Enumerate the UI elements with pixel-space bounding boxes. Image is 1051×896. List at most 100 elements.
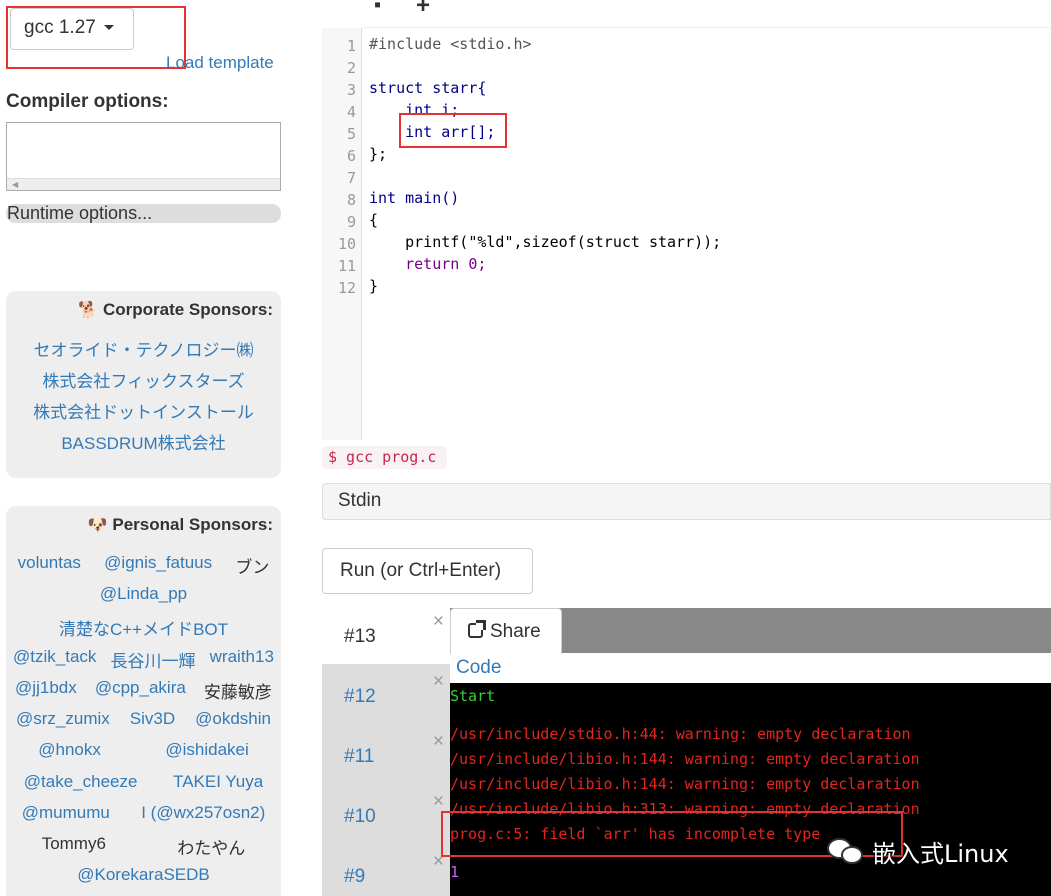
sponsor-link[interactable]: Siv3D bbox=[130, 709, 175, 733]
tab-label: #9 bbox=[344, 866, 366, 887]
highlight-box-code bbox=[399, 113, 507, 148]
share-button[interactable]: Share bbox=[450, 608, 562, 654]
line-number: 4 bbox=[346, 103, 356, 121]
tab-10[interactable]: #10 × bbox=[322, 788, 450, 844]
line-number: 12 bbox=[337, 279, 356, 297]
console-exit-code: 1 bbox=[450, 863, 460, 881]
personal-sponsors-title: 🐶 Personal Sponsors: bbox=[87, 515, 273, 534]
corporate-sponsors-box: 🐕 Corporate Sponsors: セオライド・テクノロジー㈱ 株式会社フ… bbox=[6, 291, 281, 478]
sponsor-link[interactable]: @ishidakei bbox=[165, 740, 248, 764]
sponsor-link[interactable]: 株式会社フィックスターズ bbox=[6, 366, 281, 397]
code-line: struct starr{ bbox=[369, 79, 487, 97]
tab-9[interactable]: #9 × bbox=[322, 848, 450, 896]
wechat-icon bbox=[827, 834, 867, 868]
tab-13[interactable]: #13 × bbox=[322, 608, 450, 664]
line-number: 2 bbox=[346, 59, 356, 77]
sponsor-row: voluntas @ignis_fatuus ブン bbox=[6, 553, 281, 577]
sponsor-row: Tommy6 わたやん bbox=[6, 834, 281, 858]
code-line: #include <stdio.h> bbox=[369, 35, 532, 53]
sponsor-row: @srz_zumix Siv3D @okdshin bbox=[6, 709, 281, 733]
sponsor-link[interactable]: 清楚なC++メイドBOT bbox=[59, 615, 228, 639]
sponsor-link[interactable]: @hnokx bbox=[38, 740, 101, 764]
tab-label: #13 bbox=[344, 626, 376, 647]
highlight-box-compiler bbox=[6, 6, 186, 69]
dog-icon: 🐕 bbox=[78, 302, 98, 319]
close-icon[interactable]: × bbox=[433, 731, 444, 753]
line-number: 9 bbox=[346, 213, 356, 231]
sponsor-row: @hnokx @ishidakei bbox=[6, 740, 281, 764]
console-line: /usr/include/libio.h:144: warning: empty… bbox=[450, 775, 920, 793]
sponsor-link[interactable]: voluntas bbox=[18, 553, 81, 577]
line-number: 8 bbox=[346, 191, 356, 209]
sponsor-link[interactable]: 長谷川一輝 bbox=[111, 647, 196, 671]
console-start: Start bbox=[450, 687, 496, 705]
line-number: 11 bbox=[337, 257, 356, 275]
tab-11[interactable]: #11 × bbox=[322, 728, 450, 784]
line-number-gutter: 1 2 3 4 5 6 7 8 9 10 11 12 bbox=[322, 28, 362, 440]
close-icon[interactable]: × bbox=[433, 791, 444, 813]
line-number: 10 bbox=[337, 235, 356, 253]
code-editor[interactable]: 1 2 3 4 5 6 7 8 9 10 11 12 #include <std… bbox=[322, 28, 1051, 440]
dog-face-icon: 🐶 bbox=[87, 517, 108, 534]
watermark-text: 嵌入式Linux bbox=[872, 839, 1009, 868]
sponsor-link[interactable]: @ignis_fatuus bbox=[104, 553, 212, 577]
editor-toolbar: ▪ + bbox=[362, 0, 1051, 28]
code-line: { bbox=[369, 211, 379, 229]
sponsor-link[interactable]: wraith13 bbox=[210, 647, 274, 671]
sponsor-row: 清楚なC++メイドBOT bbox=[6, 615, 281, 639]
tab-12[interactable]: #12 × bbox=[322, 668, 450, 724]
compiler-options-textarea[interactable]: ◀ bbox=[6, 122, 281, 191]
sponsor-link[interactable]: セオライド・テクノロジー㈱ bbox=[6, 335, 281, 366]
sponsor-link[interactable]: TAKEI Yuya bbox=[173, 772, 263, 796]
personal-sponsors-box: 🐶 Personal Sponsors: voluntas @ignis_fatu… bbox=[6, 506, 281, 896]
left-panel: gcc 1.27 Load template Compiler options:… bbox=[0, 0, 290, 896]
sponsor-name: 安藤敏彦 bbox=[203, 683, 272, 702]
sponsor-link[interactable]: BASSDRUM株式会社 bbox=[6, 428, 281, 459]
close-icon[interactable]: × bbox=[433, 611, 444, 633]
sponsor-link[interactable]: @tzik_tack bbox=[13, 647, 96, 671]
line-number: 3 bbox=[346, 81, 356, 99]
close-icon[interactable]: × bbox=[433, 671, 444, 693]
sponsor-link[interactable]: @Linda_pp bbox=[100, 584, 187, 608]
tab-label: #10 bbox=[344, 806, 376, 827]
share-icon bbox=[468, 620, 486, 638]
sponsor-name: わたやん bbox=[177, 839, 246, 858]
line-number: 1 bbox=[346, 37, 356, 55]
run-button[interactable]: Run (or Ctrl+Enter) bbox=[322, 548, 533, 594]
sponsor-link[interactable]: @KorekaraSEDB bbox=[77, 865, 210, 889]
runtime-options-toggle[interactable]: Runtime options... bbox=[6, 204, 281, 223]
line-number: 5 bbox=[346, 125, 356, 143]
code-line: return 0; bbox=[369, 255, 487, 273]
corporate-sponsors-title: 🐕 Corporate Sponsors: bbox=[78, 300, 273, 319]
sponsor-row: @take_cheeze TAKEI Yuya bbox=[6, 772, 281, 796]
sponsor-link[interactable]: @okdshin bbox=[195, 709, 271, 733]
tab-label: #12 bbox=[344, 686, 376, 707]
console-line: /usr/include/libio.h:144: warning: empty… bbox=[450, 750, 920, 768]
code-link[interactable]: Code bbox=[456, 657, 501, 679]
code-line: } bbox=[369, 277, 379, 295]
console-line: /usr/include/stdio.h:44: warning: empty … bbox=[450, 725, 911, 743]
tab-label: #11 bbox=[344, 746, 375, 767]
sponsor-row: @tzik_tack 長谷川一輝 wraith13 bbox=[6, 647, 281, 671]
sponsor-row: @KorekaraSEDB bbox=[6, 865, 281, 889]
stdin-toggle[interactable]: Stdin bbox=[322, 483, 1051, 520]
sponsor-name: Tommy6 bbox=[41, 834, 106, 853]
sponsor-row: @mumumu I (@wx257osn2) bbox=[6, 803, 281, 827]
file-icon[interactable]: ▪ bbox=[374, 0, 381, 17]
result-tabs: #13 × #12 × #11 × #10 × #9 × bbox=[322, 608, 450, 896]
compiler-options-label: Compiler options: bbox=[6, 91, 169, 112]
corporate-sponsors-list: セオライド・テクノロジー㈱ 株式会社フィックスターズ 株式会社ドットインストール… bbox=[6, 335, 281, 459]
sponsor-link[interactable]: I (@wx257osn2) bbox=[141, 803, 265, 827]
line-number: 7 bbox=[346, 169, 356, 187]
sponsor-link[interactable]: @take_cheeze bbox=[24, 772, 138, 796]
textarea-scrollbar[interactable]: ◀ bbox=[7, 178, 280, 190]
sponsor-link[interactable]: 株式会社ドットインストール bbox=[6, 397, 281, 428]
sponsor-link[interactable]: @jj1bdx bbox=[15, 678, 77, 702]
line-number: 6 bbox=[346, 147, 356, 165]
sponsor-link[interactable]: @cpp_akira bbox=[95, 678, 186, 702]
code-line: int main() bbox=[369, 189, 460, 207]
sponsor-link[interactable]: @srz_zumix bbox=[16, 709, 110, 733]
plus-icon[interactable]: + bbox=[416, 0, 430, 20]
sponsor-name: ブン bbox=[235, 558, 270, 577]
sponsor-link[interactable]: @mumumu bbox=[22, 803, 110, 827]
